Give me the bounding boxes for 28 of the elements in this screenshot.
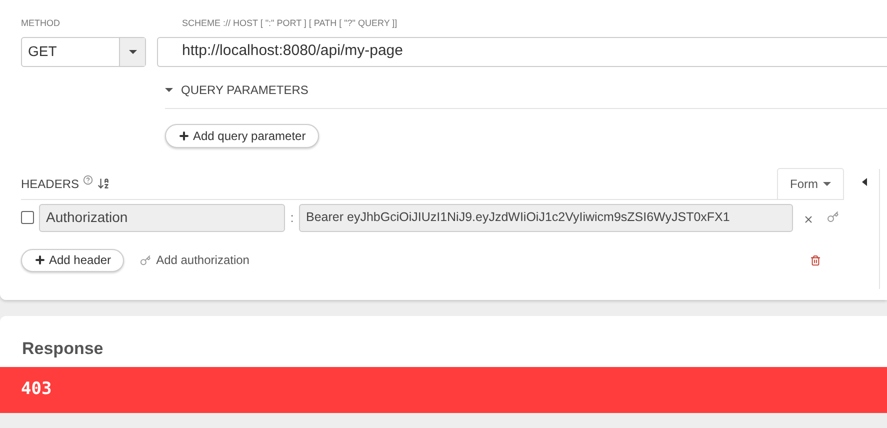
method-select[interactable]: GET (21, 36, 146, 66)
caret-icon (128, 50, 136, 54)
response-title: Response (22, 339, 104, 358)
url-label: SCHEME :// HOST [ ":" PORT ] [ PATH [ "?" QUERY ]] (181, 17, 398, 30)
headers-title: HEADERS (21, 176, 80, 192)
key-icon[interactable] (827, 210, 839, 222)
header-value-field[interactable]: Bearer eyJhbGciOiJIUzI1NiJ9.eyJzdWIiOiJ1c2VyIiwicm9sZSI6WyJST0xFX1 (299, 204, 793, 232)
key-icon (140, 254, 152, 266)
caret-icon[interactable] (165, 86, 173, 94)
plus-icon (34, 254, 46, 266)
help-icon[interactable] (83, 174, 94, 184)
header-key-field[interactable]: Authorization (39, 204, 285, 232)
add-authorization-link[interactable]: Add authorization (140, 251, 250, 269)
section-title: QUERY PARAMETERS (181, 82, 308, 99)
header-checkbox[interactable] (21, 211, 34, 224)
form-dropdown[interactable]: Form (777, 168, 844, 199)
sort-icon[interactable] (97, 177, 110, 190)
plus-icon (178, 130, 190, 142)
url-field[interactable]: http://localhost:8080/api/my-page (157, 36, 887, 66)
caret-icon (823, 182, 831, 186)
method-label: METHOD (21, 17, 61, 30)
separator: : (289, 208, 295, 227)
add-query-parameter-button[interactable]: Add query parameter (165, 124, 319, 148)
trash-icon[interactable] (810, 254, 821, 266)
close-icon[interactable] (803, 214, 814, 225)
status-code: 403 (21, 378, 52, 402)
add-header-button[interactable]: Add header (21, 248, 124, 272)
collapse-icon[interactable] (862, 178, 867, 186)
